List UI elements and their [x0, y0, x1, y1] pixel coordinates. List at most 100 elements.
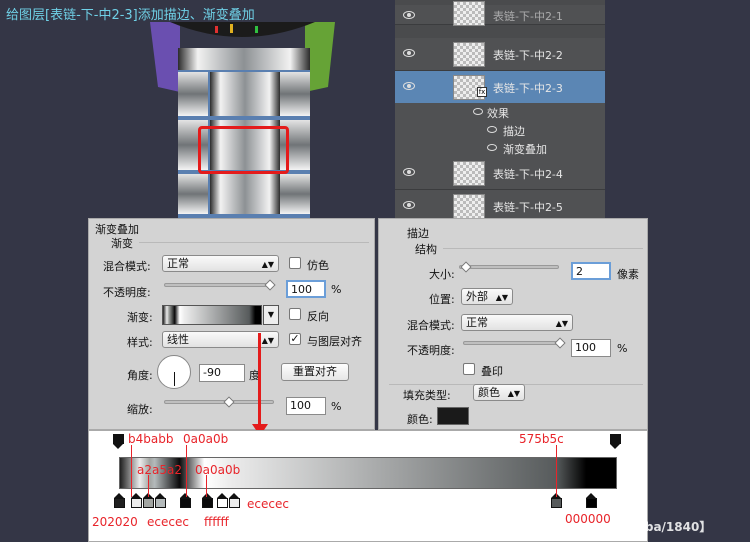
overprint-label: 叠印: [481, 365, 503, 378]
size-input[interactable]: 2: [571, 262, 611, 280]
opacity-stop[interactable]: [113, 434, 124, 449]
size-slider[interactable]: [459, 261, 559, 273]
gradient-overlay-panel: 渐变叠加 渐变 混合模式: 正常 ▲▼ 仿色 不透明度: 100 % 渐变: ▼ …: [88, 218, 375, 430]
angle-input[interactable]: -90: [199, 364, 245, 382]
layer-row[interactable]: 表链-下-中2-1: [395, 1, 605, 26]
opacity-label: 不透明度:: [103, 286, 151, 299]
chevron-down-icon[interactable]: ▼: [263, 305, 279, 325]
annotation: a2a5a2: [137, 463, 182, 477]
stroke-panel: 描边 结构 大小: 2 像素 位置: 外部 ▲▼ 混合模式: 正常 ▲▼ 不透明度:…: [378, 218, 648, 430]
color-stop[interactable]: [114, 493, 125, 508]
divider: [443, 248, 643, 249]
effect-item[interactable]: 描边: [395, 121, 605, 139]
eye-icon[interactable]: [403, 11, 415, 19]
annotation-line: [556, 445, 557, 497]
eye-icon[interactable]: [487, 144, 497, 151]
chevron-down-icon: ▲▼: [261, 336, 274, 345]
blend-mode-value: 正常: [167, 257, 189, 270]
color-label: 颜色:: [407, 413, 433, 426]
layer-name: 表链-下-中2-1: [493, 10, 563, 23]
layer-row[interactable]: 表链-下-中2-4: [395, 157, 605, 190]
opacity-slider[interactable]: [463, 337, 566, 349]
color-stop[interactable]: [131, 493, 142, 508]
layer-thumbnail: [453, 161, 485, 186]
color-stop[interactable]: [217, 493, 228, 508]
style-select[interactable]: 线性 ▲▼: [162, 331, 279, 348]
fill-type-select[interactable]: 颜色 ▲▼: [473, 384, 525, 401]
chevron-down-icon: ▲▼: [261, 260, 274, 269]
style-value: 线性: [167, 333, 189, 346]
section-title: 渐变: [111, 237, 133, 250]
blend-mode-select[interactable]: 正常 ▲▼: [461, 314, 573, 331]
annotation: 575b5c: [519, 432, 564, 446]
layers-panel: 表链-下-中2-1 表链-下-中2-2 fx 表链-下-中2-3 效果 描边 渐…: [395, 0, 605, 223]
effects-label: 效果: [487, 107, 509, 120]
percent-label: %: [617, 342, 628, 355]
angle-dial[interactable]: [157, 355, 191, 389]
opacity-input[interactable]: 100: [286, 280, 326, 298]
gradient-label: 渐变:: [127, 311, 153, 324]
color-stop[interactable]: [229, 493, 240, 508]
blend-mode-label: 混合模式:: [103, 260, 151, 273]
opacity-slider[interactable]: [164, 279, 276, 291]
eye-icon[interactable]: [403, 168, 415, 176]
layer-row[interactable]: 表链-下-中2-2: [395, 38, 605, 71]
color-swatch[interactable]: [437, 407, 469, 425]
annotation-line: [131, 445, 132, 497]
effect-name: 渐变叠加: [503, 143, 547, 156]
opacity-input[interactable]: 100: [571, 339, 611, 357]
align-checkbox[interactable]: ✓: [289, 333, 301, 345]
annotation: b4babb: [128, 432, 174, 446]
annotation: ececec: [247, 497, 289, 511]
color-stop[interactable]: [155, 493, 166, 508]
watch-illustration: [150, 22, 335, 222]
section-title: 结构: [415, 243, 437, 256]
layer-thumbnail: [453, 1, 485, 26]
annotation-line: [148, 475, 149, 497]
color-stop[interactable]: [586, 493, 597, 508]
annotation-line: [186, 445, 187, 497]
position-label: 位置:: [429, 293, 455, 306]
effect-item[interactable]: 渐变叠加: [395, 139, 605, 157]
reverse-checkbox[interactable]: [289, 308, 301, 320]
page-title: 给图层[表链-下-中2-3]添加描边、渐变叠加: [6, 8, 255, 23]
eye-icon[interactable]: [403, 49, 415, 57]
panel-title: 描边: [407, 227, 429, 240]
gradient-swatch[interactable]: [162, 305, 262, 325]
overprint-checkbox[interactable]: [463, 363, 475, 375]
annotation: 0a0a0b: [195, 463, 241, 477]
opacity-stop[interactable]: [610, 434, 621, 449]
position-select[interactable]: 外部 ▲▼: [461, 288, 513, 305]
size-unit: 像素: [617, 268, 639, 281]
color-stop[interactable]: [202, 493, 213, 508]
dither-checkbox[interactable]: [289, 257, 301, 269]
scale-input[interactable]: 100: [286, 397, 326, 415]
position-value: 外部: [466, 290, 488, 303]
layer-row-selected[interactable]: fx 表链-下-中2-3: [395, 71, 605, 104]
style-label: 样式:: [127, 336, 153, 349]
gradient-bar[interactable]: [119, 457, 617, 489]
opacity-label: 不透明度:: [407, 344, 455, 357]
scale-label: 缩放:: [127, 403, 153, 416]
eye-icon[interactable]: [403, 82, 415, 90]
layer-name: 表链-下-中2-5: [493, 201, 563, 214]
dither-label: 仿色: [307, 259, 329, 272]
arrow-line: [258, 333, 261, 428]
blend-mode-select[interactable]: 正常 ▲▼: [162, 255, 279, 272]
eye-icon[interactable]: [487, 126, 497, 133]
eye-icon[interactable]: [403, 201, 415, 209]
reset-alignment-button[interactable]: 重置对齐: [281, 363, 349, 381]
reverse-label: 反向: [307, 310, 329, 323]
slider-knob[interactable]: [460, 261, 472, 273]
slider-knob[interactable]: [223, 396, 235, 408]
align-label: 与图层对齐: [307, 335, 362, 348]
size-label: 大小:: [429, 268, 455, 281]
annotation: ececec: [147, 515, 189, 529]
blend-mode-value: 正常: [466, 316, 488, 329]
layer-thumbnail: [453, 194, 485, 219]
layer-name: 表链-下-中2-3: [493, 82, 563, 95]
slider-knob[interactable]: [554, 337, 566, 349]
percent-label: %: [331, 283, 342, 296]
eye-icon[interactable]: [473, 108, 483, 115]
slider-knob[interactable]: [264, 279, 276, 291]
